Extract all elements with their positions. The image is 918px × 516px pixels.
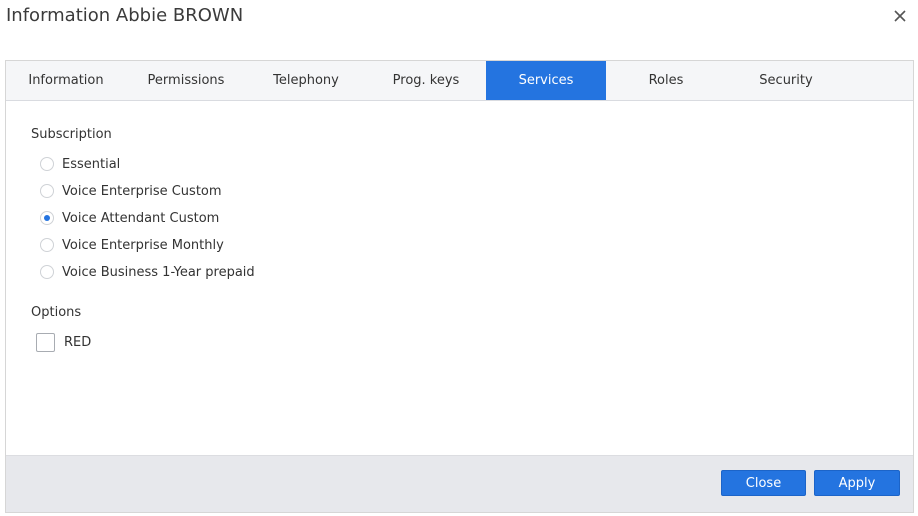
close-icon[interactable]: [890, 6, 910, 26]
tab-permissions[interactable]: Permissions: [126, 61, 246, 100]
close-button[interactable]: Close: [721, 470, 806, 496]
subscription-option-voice-enterprise-monthly[interactable]: Voice Enterprise Monthly: [40, 236, 224, 254]
radio-button[interactable]: [40, 157, 54, 171]
tab-roles[interactable]: Roles: [606, 61, 726, 100]
option-red[interactable]: RED: [36, 332, 91, 352]
radio-button[interactable]: [40, 238, 54, 252]
tab-prog-keys[interactable]: Prog. keys: [366, 61, 486, 100]
apply-button[interactable]: Apply: [814, 470, 900, 496]
services-dialog: Information Abbie BROWN Information Perm…: [0, 0, 918, 516]
radio-button-selected[interactable]: [40, 211, 54, 225]
radio-label: Voice Business 1-Year prepaid: [62, 264, 255, 280]
dialog-footer: Close Apply: [6, 455, 913, 512]
subscription-option-essential[interactable]: Essential: [40, 155, 120, 173]
subscription-option-voice-business-prepaid[interactable]: Voice Business 1-Year prepaid: [40, 263, 255, 281]
radio-label: Voice Attendant Custom: [62, 210, 220, 226]
options-heading: Options: [31, 305, 82, 320]
radio-button[interactable]: [40, 265, 54, 279]
radio-label: Essential: [62, 156, 121, 172]
subscription-heading: Subscription: [31, 127, 112, 142]
radio-label: Voice Enterprise Custom: [62, 183, 222, 199]
tab-telephony[interactable]: Telephony: [246, 61, 366, 100]
subscription-option-voice-attendant-custom[interactable]: Voice Attendant Custom: [40, 209, 219, 227]
dialog-panel: Information Permissions Telephony Prog. …: [5, 60, 914, 513]
tab-information[interactable]: Information: [6, 61, 126, 100]
tab-bar: Information Permissions Telephony Prog. …: [6, 61, 913, 101]
radio-label: Voice Enterprise Monthly: [62, 237, 224, 253]
close-icon-glyph: [894, 10, 906, 22]
checkbox[interactable]: [36, 332, 55, 352]
radio-button[interactable]: [40, 184, 54, 198]
tab-services[interactable]: Services: [486, 61, 606, 100]
dialog-title: Information Abbie BROWN: [6, 5, 244, 26]
tab-security[interactable]: Security: [726, 61, 846, 100]
subscription-option-voice-enterprise-custom[interactable]: Voice Enterprise Custom: [40, 182, 222, 200]
checkbox-label: RED: [64, 334, 92, 350]
